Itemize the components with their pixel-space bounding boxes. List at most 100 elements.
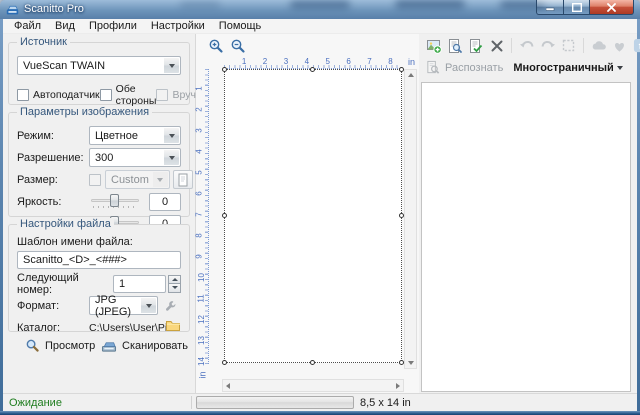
brightness-label: Яркость: [17,196,89,208]
page-size-button[interactable] [173,170,193,189]
main-content: Источник VueScan TWAIN Автоподатчик [3,34,637,393]
checkbox-icon [156,89,168,101]
app-icon [6,3,19,16]
menu-settings[interactable]: Настройки [144,20,212,32]
browse-folder-button[interactable] [165,318,181,337]
selection-handle[interactable] [310,67,315,72]
ruler-tick-label: 4 [195,149,204,153]
scroll-right-icon[interactable] [396,383,400,389]
selection-handle[interactable] [310,360,315,365]
title-bar[interactable]: Scanitto Pro [0,0,640,19]
selection-handle[interactable] [222,360,227,365]
edit-document-button[interactable] [467,37,484,54]
page-list[interactable] [421,82,631,392]
menu-help[interactable]: Помощь [212,20,269,32]
checkbox-autofeeder[interactable]: Автоподатчик [17,83,100,107]
twitter-share-button: t [632,37,640,54]
menu-view[interactable]: Вид [48,20,82,32]
ruler-tick-label: 5 [326,57,330,66]
ruler-tick-label: 2 [263,57,267,66]
ruler-tick-label: 14 [197,357,206,366]
undo-button [518,37,535,54]
add-image-button[interactable] [425,37,442,54]
scan-selection-area[interactable] [224,69,402,363]
brightness-slider[interactable] [89,192,141,211]
status-page-size: 8,5 x 14 in [360,397,411,409]
mode-value: Цветное [95,130,138,142]
chevron-down-icon [617,66,623,70]
format-label: Формат: [17,300,89,312]
ruler-tick-label: 10 [197,273,206,282]
menu-file[interactable]: Файл [7,20,48,32]
toolbar-separator [583,38,584,53]
size-value: Custom [111,174,149,186]
close-button[interactable] [589,0,634,15]
scroll-left-icon[interactable] [226,383,230,389]
cloud-upload-button [590,37,607,54]
brightness-value[interactable]: 0 [149,193,181,211]
resolution-label: Разрешение: [17,152,89,164]
zoom-in-button[interactable] [208,38,224,54]
format-select[interactable]: JPG (JPEG) [89,296,158,315]
pages-toolbar: t f [425,37,640,54]
selection-handle[interactable] [222,213,227,218]
maximize-button[interactable] [563,0,590,15]
undo-icon [519,38,535,54]
next-number-value: 1 [119,278,125,290]
edit-document-icon [468,38,484,54]
view-document-icon [447,38,463,54]
window-bottom-border [0,411,640,415]
zoom-out-icon [230,38,246,54]
directory-value: C:\Users\User\Pictures\Scanit [89,322,167,334]
source-groupbox: Источник VueScan TWAIN Автоподатчик [8,42,190,105]
status-state: Ожидание [9,397,62,409]
scroll-up-icon[interactable] [408,73,414,77]
crop-button [560,37,577,54]
size-checkbox [89,174,101,186]
delete-button[interactable] [488,37,505,54]
image-params-groupbox-label: Параметры изображения [17,106,152,118]
scan-button[interactable]: Сканировать [101,338,202,353]
multipage-dropdown[interactable]: Многостраничный [513,62,622,74]
scroll-down-icon[interactable] [408,361,414,365]
mode-select[interactable]: Цветное [89,126,181,145]
glass-smudge [180,2,220,7]
next-number-spinner[interactable] [168,275,181,293]
menu-profiles[interactable]: Профили [82,20,144,32]
spin-down-icon[interactable] [168,283,181,293]
checkbox-duplex[interactable]: Обе стороны [100,83,157,107]
recognize-button: Распознать [425,60,503,75]
menu-bar: Файл Вид Профили Настройки Помощь [3,19,637,34]
next-number-label: Следующий номер: [17,272,113,296]
resolution-select[interactable]: 300 [89,148,181,167]
horizontal-scrollbar[interactable] [222,379,404,392]
vertical-scrollbar[interactable] [404,69,417,369]
ruler-unit-vertical: in [198,371,208,378]
preview-button-label: Просмотр [45,340,95,352]
image-params-groupbox: Параметры изображения Режим: Цветное Раз… [8,112,190,217]
ruler-tick-label: 2 [195,107,204,111]
selection-handle[interactable] [222,67,227,72]
source-device-select[interactable]: VueScan TWAIN [17,56,181,75]
toolbar-separator [511,38,512,53]
folder-icon [167,322,180,331]
ruler-tick-label: 6 [346,57,350,66]
ruler-tick-label: 11 [197,294,206,302]
ruler-tick-label: 1 [195,86,204,90]
cloud-upload-icon [591,38,607,54]
checkbox-icon [100,89,112,101]
zoom-out-button[interactable] [230,38,246,54]
next-number-input[interactable]: 1 [113,275,166,293]
heart-icon [612,39,627,53]
chevron-down-icon [164,128,179,143]
view-document-button[interactable] [446,37,463,54]
add-image-icon [426,38,442,54]
ruler-tick-label: 6 [195,191,204,195]
twitter-icon: t [633,38,640,53]
slider-thumb[interactable] [110,194,119,207]
recognize-button-label: Распознать [445,62,503,74]
preview-button[interactable]: Просмотр [25,338,95,353]
minimize-button[interactable] [536,0,564,15]
chevron-down-icon [164,58,179,73]
filename-template-input[interactable]: Scanitto_<D>_<###> [17,251,181,269]
